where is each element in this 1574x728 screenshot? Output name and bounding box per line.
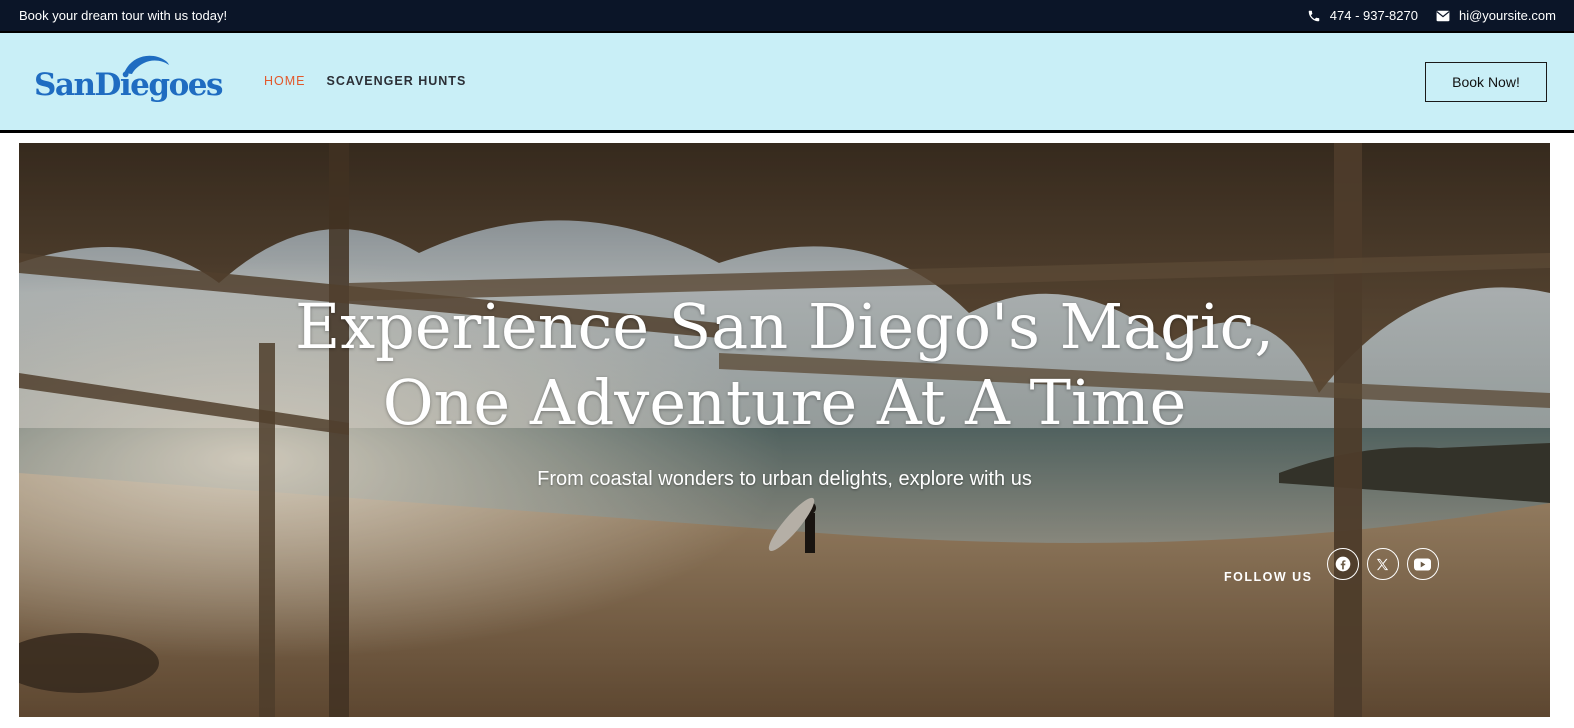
youtube-link[interactable] <box>1406 548 1439 580</box>
hero-banner: Experience San Diego's Magic, One Advent… <box>19 143 1550 717</box>
facebook-icon <box>1335 556 1350 572</box>
top-bar: Book your dream tour with us today! 474 … <box>0 0 1574 31</box>
top-bar-contact: 474 - 937-8270 hi@yoursite.com <box>1307 8 1556 23</box>
phone-icon <box>1307 9 1321 23</box>
x-link[interactable] <box>1366 548 1399 580</box>
hero-title-line-2: One Adventure At A Time <box>382 366 1187 439</box>
logo-text: SanDiegoes <box>34 67 223 103</box>
hero-subtitle: From coastal wonders to urban delights, … <box>537 468 1032 490</box>
phone-number: 474 - 937-8270 <box>1329 8 1418 23</box>
envelope-icon <box>1436 10 1450 22</box>
email-link[interactable]: hi@yoursite.com <box>1436 8 1556 23</box>
book-now-button[interactable]: Book Now! <box>1425 62 1547 102</box>
top-bar-tagline: Book your dream tour with us today! <box>19 8 228 23</box>
x-icon <box>1376 558 1389 570</box>
follow-us-bar: FOLLOW US <box>1224 540 1447 584</box>
site-logo[interactable]: SanDiegoes <box>34 53 224 111</box>
site-header: SanDiegoes HOME SCAVENGER HUNTS Book Now… <box>0 31 1574 133</box>
phone-link[interactable]: 474 - 937-8270 <box>1307 8 1418 23</box>
nav-home[interactable]: HOME <box>264 74 306 88</box>
hero-title-line-1: Experience San Diego's Magic, <box>294 290 1275 363</box>
email-address: hi@yoursite.com <box>1458 8 1556 23</box>
hero-title: Experience San Diego's Magic, One Advent… <box>19 289 1550 441</box>
facebook-link[interactable] <box>1326 548 1359 580</box>
youtube-icon <box>1414 557 1431 571</box>
main-nav: HOME SCAVENGER HUNTS <box>264 74 466 88</box>
nav-scavenger-hunts[interactable]: SCAVENGER HUNTS <box>327 74 467 88</box>
follow-us-label: FOLLOW US <box>1224 570 1313 584</box>
